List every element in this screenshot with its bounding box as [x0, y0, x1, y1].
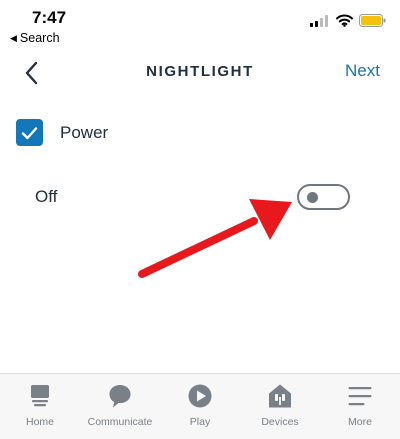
nav-label-home: Home [25, 416, 54, 428]
home-icon [27, 383, 53, 409]
nav-item-play[interactable]: Play [160, 374, 240, 439]
more-icon [347, 383, 373, 409]
play-icon [187, 383, 213, 409]
nav-label-communicate: Communicate [87, 416, 153, 428]
bottom-nav: Home Communicate Play Devices More [0, 373, 400, 439]
nav-item-communicate[interactable]: Communicate [80, 374, 160, 439]
nav-item-home[interactable]: Home [0, 374, 80, 439]
nav-item-more[interactable]: More [320, 374, 400, 439]
devices-icon [267, 383, 293, 409]
nav-label-devices: Devices [261, 416, 299, 428]
communicate-icon [107, 383, 133, 409]
nav-item-devices[interactable]: Devices [240, 374, 320, 439]
nav-label-more: More [348, 416, 372, 428]
nav-label-play: Play [189, 416, 211, 428]
